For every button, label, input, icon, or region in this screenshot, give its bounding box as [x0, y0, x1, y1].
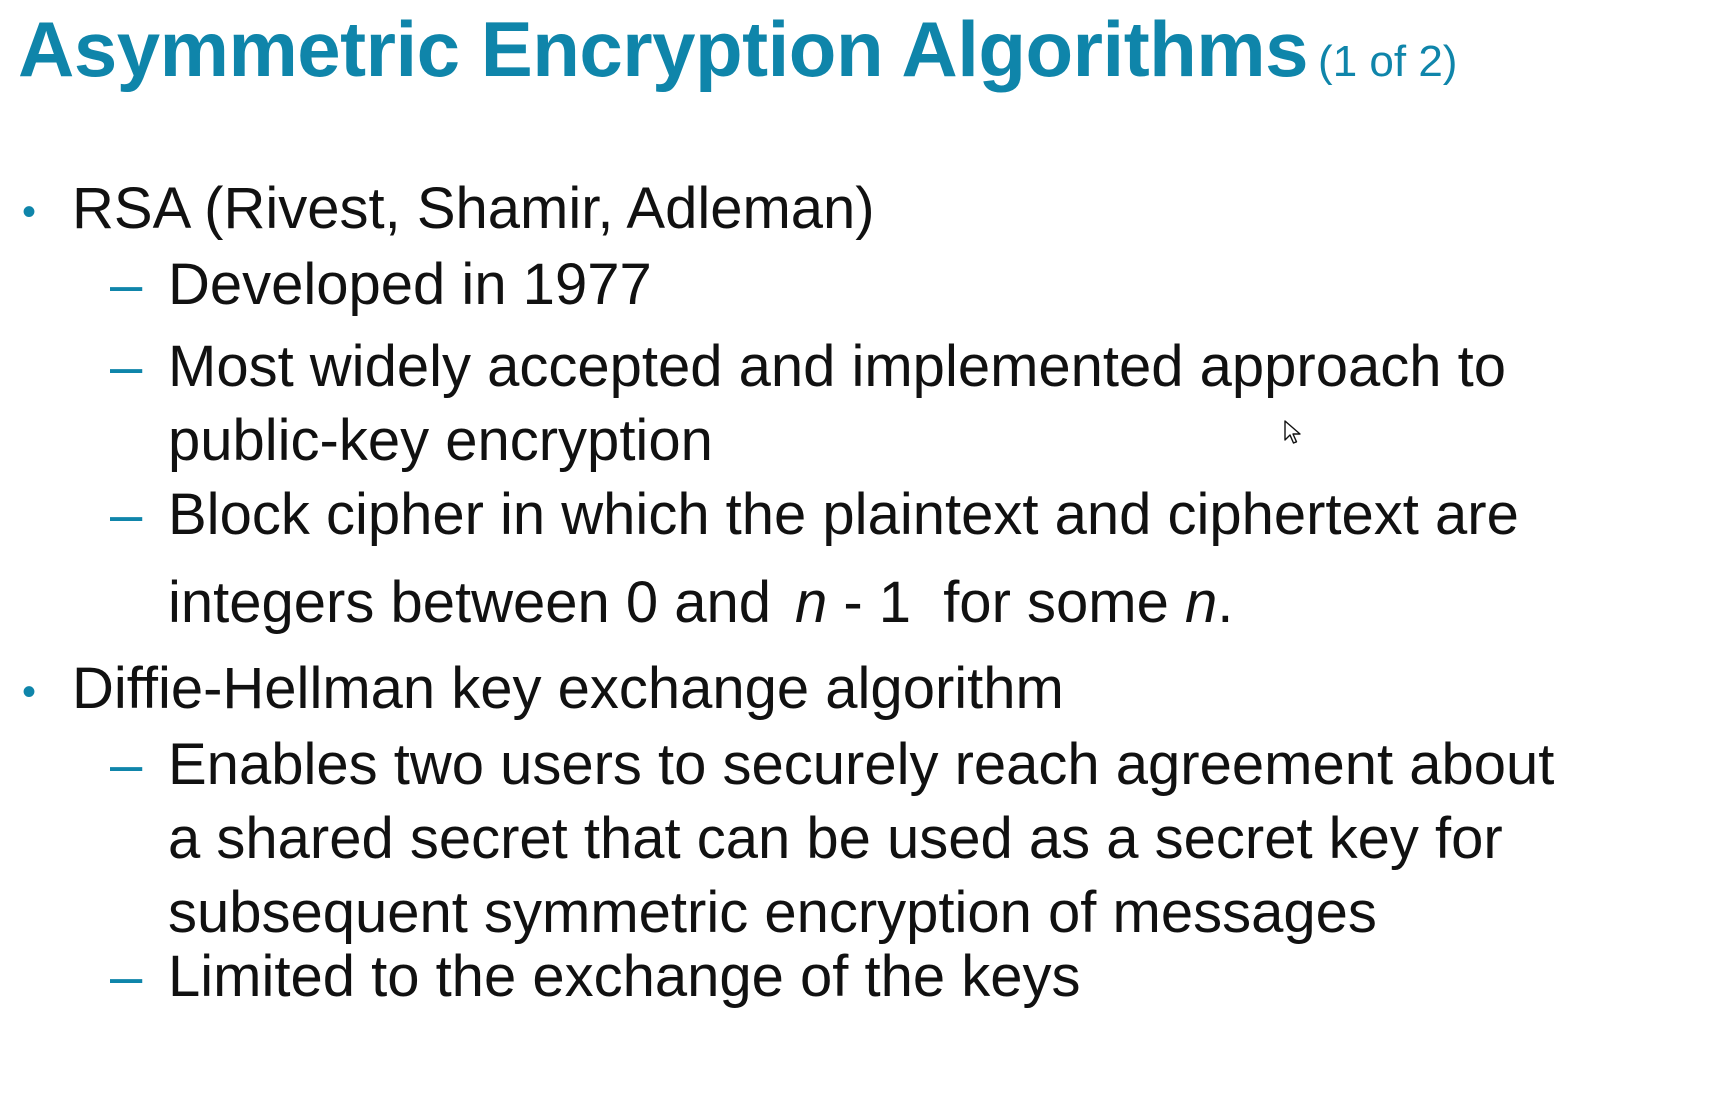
subbullet-line: integers between 0 and n - 1 for some n. [168, 566, 1233, 640]
subbullet-limited: – Limited to the exchange of the keys [110, 940, 1081, 1014]
subbullet-line: Most widely accepted and implemented app… [168, 334, 1506, 399]
dash-icon: – [110, 482, 143, 547]
math-op: - 1 [827, 570, 912, 635]
subbullet-enables: – Enables two users to securely reach ag… [110, 728, 1555, 950]
dash-icon: – [110, 252, 143, 317]
line-text-pre: integers between 0 and [168, 570, 771, 635]
subbullet-widely-accepted: – Most widely accepted and implemented a… [110, 330, 1506, 478]
bullet-rsa: • RSA (Rivest, Shamir, Adleman) [22, 180, 875, 238]
subbullet-line: a shared secret that can be used as a se… [168, 806, 1503, 871]
title-page-indicator: (1 of 2) [1318, 37, 1458, 86]
subbullet-line: subsequent symmetric encryption of messa… [168, 880, 1377, 945]
subbullet-developed: – Developed in 1977 [110, 248, 652, 322]
dash-icon: – [110, 944, 143, 1009]
bullet-dot-icon: • [22, 670, 37, 714]
title-main: Asymmetric Encryption Algorithms [18, 5, 1309, 93]
slide-title: Asymmetric Encryption Algorithms (1 of 2) [18, 4, 1457, 95]
bullet-text: RSA (Rivest, Shamir, Adleman) [72, 176, 875, 241]
subbullet-line: Limited to the exchange of the keys [168, 944, 1081, 1009]
bullet-text: Diffie-Hellman key exchange algorithm [72, 656, 1064, 721]
dash-icon: – [110, 334, 143, 399]
subbullet-block-cipher-cont: integers between 0 and n - 1 for some n. [168, 566, 1233, 640]
line-text-end: . [1217, 570, 1234, 635]
formula-n-minus-1: n - 1 [795, 566, 911, 640]
subbullet-line: public-key encryption [168, 408, 713, 473]
mouse-pointer-icon [1284, 420, 1301, 444]
subbullet-block-cipher: – Block cipher in which the plaintext an… [110, 478, 1519, 552]
math-var-n: n [795, 570, 828, 635]
dash-icon: – [110, 732, 143, 797]
line-text-mid: for some [927, 570, 1185, 635]
slide: Asymmetric Encryption Algorithms (1 of 2)… [0, 0, 1726, 1114]
subbullet-line: Block cipher in which the plaintext and … [168, 482, 1519, 547]
subbullet-line: Developed in 1977 [168, 252, 652, 317]
math-var-n: n [1184, 570, 1218, 635]
bullet-dot-icon: • [22, 190, 37, 234]
subbullet-line: Enables two users to securely reach agre… [168, 732, 1555, 797]
bullet-diffie-hellman: • Diffie-Hellman key exchange algorithm [22, 660, 1064, 718]
